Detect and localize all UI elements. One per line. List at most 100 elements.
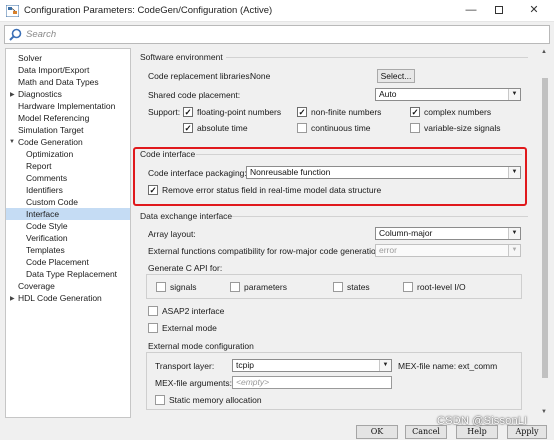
scrollbar-thumb[interactable] (542, 78, 548, 378)
tree-item-simulation-target[interactable]: Simulation Target (18, 124, 84, 136)
select-button[interactable]: Select... (377, 69, 415, 83)
tree-item-code-placement[interactable]: Code Placement (26, 256, 89, 268)
static-memory-checkbox[interactable] (155, 395, 165, 405)
maximize-button[interactable] (488, 2, 510, 19)
array-layout-value: Column-major (379, 228, 433, 238)
tree-item-data-import-export[interactable]: Data Import/Export (18, 64, 89, 76)
simulink-app-icon (6, 5, 19, 17)
expand-arrow-icon[interactable]: ▶ (10, 91, 15, 98)
external-mode-label: External mode (162, 323, 217, 333)
search-placeholder: Search (26, 29, 57, 40)
red-highlight-box (133, 147, 527, 206)
window-title: Configuration Parameters: CodeGen/Config… (24, 5, 273, 16)
maximize-icon (495, 6, 503, 15)
checkmark-icon: ✓ (184, 123, 192, 133)
chevron-down-icon: ▼ (508, 245, 520, 256)
tree-item-solver[interactable]: Solver (18, 52, 42, 64)
floating-point-checkbox[interactable]: ✓ (183, 107, 193, 117)
transport-layer-dropdown[interactable]: tcpip ▼ (232, 359, 392, 372)
search-icon (9, 28, 22, 41)
tree-item-verification[interactable]: Verification (26, 232, 68, 244)
variable-size-label: variable-size signals (424, 123, 501, 133)
parameters-label: parameters (244, 282, 287, 292)
tree-item-math-and-data-types[interactable]: Math and Data Types (18, 76, 99, 88)
complex-numbers-checkbox[interactable]: ✓ (410, 107, 420, 117)
minimize-button[interactable]: — (460, 2, 482, 19)
tree-item-interface[interactable]: Interface (6, 208, 130, 220)
cancel-button[interactable]: Cancel (405, 425, 447, 439)
tree-item-hdl-code-generation[interactable]: HDL Code Generation (18, 292, 102, 304)
absolute-time-label: absolute time (197, 123, 248, 133)
states-checkbox[interactable] (333, 282, 343, 292)
tree-item-hardware-implementation[interactable]: Hardware Implementation (18, 100, 115, 112)
search-input[interactable]: Search (4, 25, 550, 44)
scroll-up-icon[interactable]: ▲ (541, 49, 547, 55)
root-level-io-checkbox[interactable] (403, 282, 413, 292)
tree-item-data-type-replacement[interactable]: Data Type Replacement (26, 268, 117, 280)
transport-layer-value: tcpip (236, 360, 254, 370)
signals-checkbox[interactable] (156, 282, 166, 292)
shared-code-dropdown[interactable]: Auto ▼ (375, 88, 521, 101)
apply-button[interactable]: Apply (507, 425, 547, 439)
tree-item-templates[interactable]: Templates (26, 244, 65, 256)
tree-item-code-style[interactable]: Code Style (26, 220, 68, 232)
mex-file-name-value: ext_comm (458, 361, 498, 371)
tree-item-model-referencing[interactable]: Model Referencing (18, 112, 89, 124)
ext-func-compat-value: error (379, 245, 397, 255)
scroll-down-icon[interactable]: ▼ (541, 409, 547, 415)
mex-file-name-label: MEX-file name: (398, 361, 457, 371)
continuous-time-label: continuous time (311, 123, 371, 133)
vertical-scrollbar[interactable]: ▲ ▼ (540, 48, 550, 418)
mex-file-args-input[interactable]: <empty> (232, 376, 392, 389)
tree-item-diagnostics[interactable]: Diagnostics (18, 88, 62, 100)
array-layout-dropdown[interactable]: Column-major ▼ (375, 227, 521, 240)
shared-code-label: Shared code placement: (148, 90, 241, 100)
tree-item-custom-code[interactable]: Custom Code (26, 196, 78, 208)
states-label: states (347, 282, 370, 292)
help-button[interactable]: Help (456, 425, 498, 439)
tree-item-coverage[interactable]: Coverage (18, 280, 55, 292)
tree-item-optimization[interactable]: Optimization (26, 148, 73, 160)
ok-button[interactable]: OK (356, 425, 398, 439)
external-mode-config-title: External mode configuration (148, 341, 254, 351)
tree-item-report[interactable]: Report (26, 160, 52, 172)
checkmark-icon: ✓ (298, 107, 306, 117)
static-memory-label: Static memory allocation (169, 395, 262, 405)
category-tree: Solver Data Import/Export Math and Data … (5, 48, 131, 418)
shared-code-value: Auto (379, 89, 397, 99)
chevron-down-icon: ▼ (379, 360, 391, 371)
asap2-label: ASAP2 interface (162, 306, 225, 316)
absolute-time-checkbox[interactable]: ✓ (183, 123, 193, 133)
generate-c-api-label: Generate C API for: (148, 263, 223, 273)
watermark-text: CSDN @SissonLI (437, 415, 528, 427)
expand-arrow-icon[interactable]: ▶ (10, 295, 15, 302)
chevron-down-icon: ▼ (508, 89, 520, 100)
checkmark-icon: ✓ (184, 107, 192, 117)
collapse-arrow-icon[interactable]: ▼ (9, 139, 15, 145)
parameters-checkbox[interactable] (230, 282, 240, 292)
tree-item-comments[interactable]: Comments (26, 172, 67, 184)
support-label: Support: (148, 107, 181, 117)
complex-numbers-label: complex numbers (424, 107, 492, 117)
variable-size-checkbox[interactable] (410, 123, 420, 133)
array-layout-label: Array layout: (148, 229, 196, 239)
close-button[interactable]: ✕ (523, 2, 545, 19)
minimize-icon: — (465, 4, 477, 16)
root-level-io-label: root-level I/O (417, 282, 466, 292)
ext-func-compat-label: External functions compatibility for row… (148, 246, 383, 256)
code-replacement-value: None (250, 71, 271, 81)
transport-layer-label: Transport layer: (155, 361, 215, 371)
continuous-time-checkbox[interactable] (297, 123, 307, 133)
non-finite-checkbox[interactable]: ✓ (297, 107, 307, 117)
external-mode-checkbox[interactable] (148, 323, 158, 333)
code-replacement-label: Code replacement libraries: (148, 71, 252, 81)
asap2-checkbox[interactable] (148, 306, 158, 316)
tree-item-code-generation[interactable]: Code Generation (18, 136, 83, 148)
ext-func-compat-dropdown[interactable]: error ▼ (375, 244, 521, 257)
data-exchange-title: Data exchange interface (140, 211, 233, 221)
close-icon: ✕ (529, 4, 539, 16)
signals-label: signals (170, 282, 197, 292)
tree-item-identifiers[interactable]: Identifiers (26, 184, 63, 196)
non-finite-label: non-finite numbers (311, 107, 382, 117)
section-divider (232, 216, 528, 217)
